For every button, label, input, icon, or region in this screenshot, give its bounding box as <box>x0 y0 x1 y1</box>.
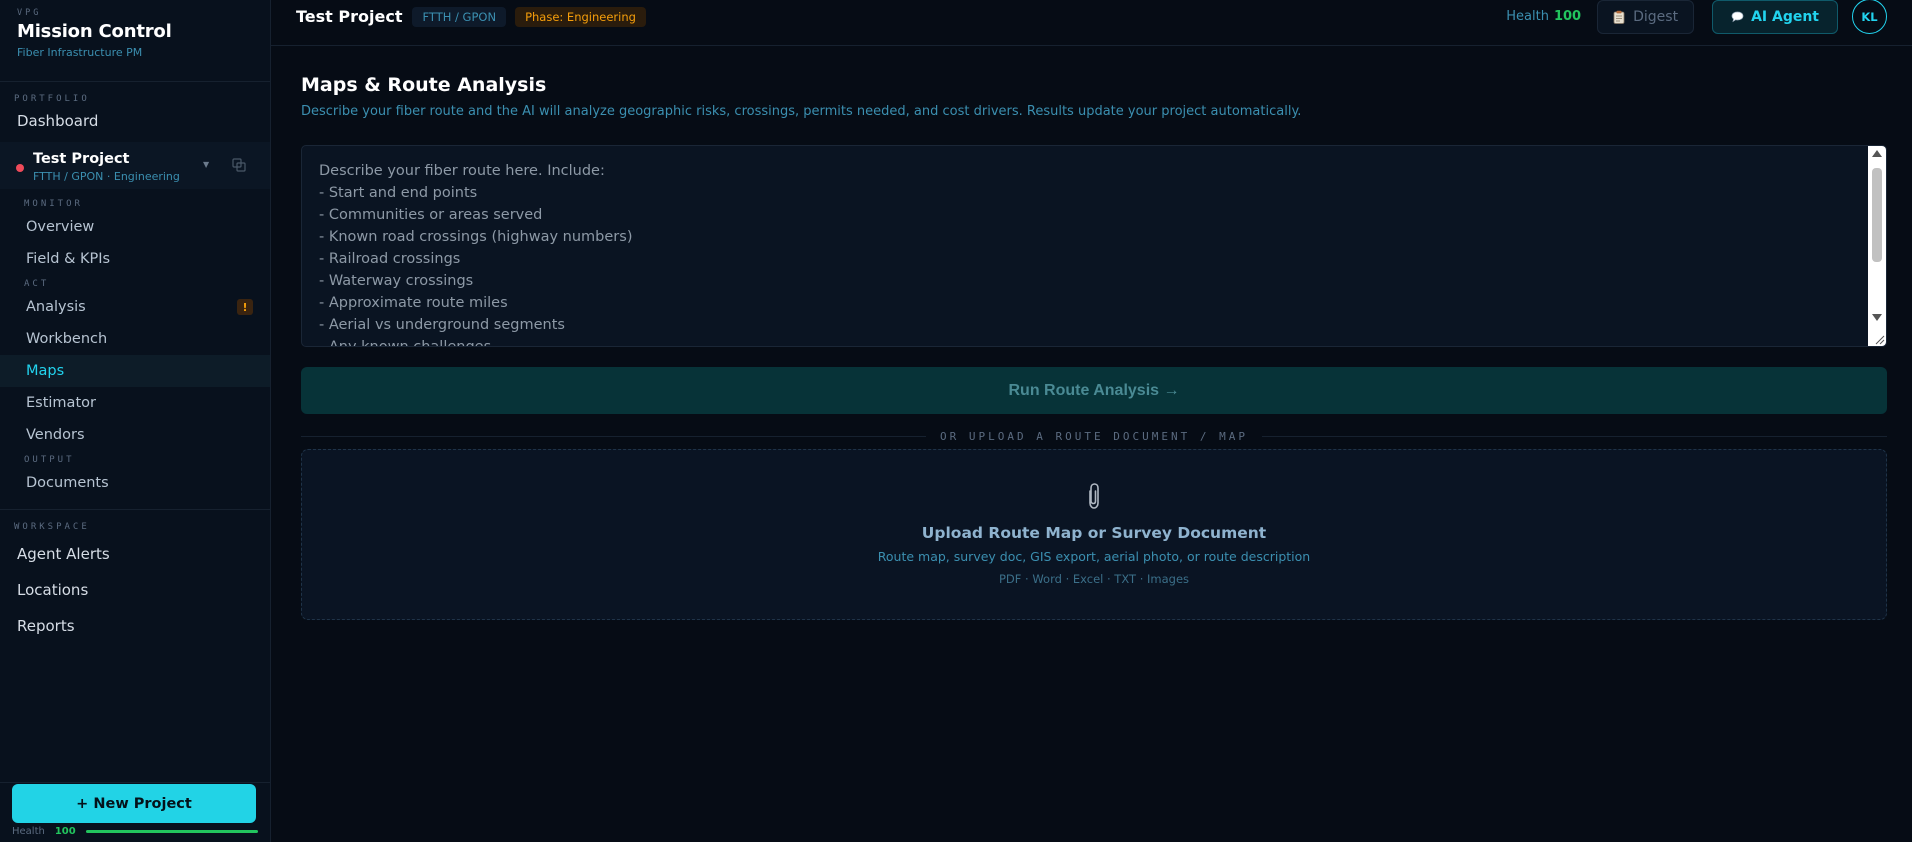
maps-content: Maps & Route Analysis Describe your fibe… <box>271 46 1912 620</box>
output-section-label: OUTPUT <box>24 455 75 465</box>
health-label: Health <box>1506 9 1549 24</box>
sidebar-item-analysis[interactable]: Analysis ! <box>0 291 270 323</box>
sidebar-item-estimator[interactable]: Estimator <box>0 387 270 419</box>
copy-icon[interactable] <box>232 158 246 172</box>
sidebar-item-documents[interactable]: Documents <box>0 467 270 499</box>
digest-label: Digest <box>1633 8 1679 25</box>
divider-line <box>1261 436 1888 437</box>
page-description: Describe your fiber route and the AI wil… <box>301 104 1302 119</box>
upload-title: Upload Route Map or Survey Document <box>921 524 1267 542</box>
route-description-box <box>301 145 1887 347</box>
sidebar-item-dashboard[interactable]: Dashboard <box>0 104 270 138</box>
monitor-section-label: MONITOR <box>24 199 83 209</box>
sidebar-item-label: Overview <box>26 219 95 235</box>
ai-agent-button[interactable]: AI Agent <box>1712 0 1838 34</box>
sidebar-item-workbench[interactable]: Workbench <box>0 323 270 355</box>
new-project-button[interactable]: + New Project <box>12 784 256 823</box>
upload-divider-text: OR UPLOAD A ROUTE DOCUMENT / MAP <box>940 430 1248 443</box>
main-panel: Test Project FTTH / GPON Phase: Engineer… <box>271 0 1912 842</box>
run-route-analysis-button[interactable]: Run Route Analysis → <box>301 367 1887 414</box>
sidebar-footer: + New Project Health 100 <box>0 782 270 842</box>
sidebar-item-locations[interactable]: Locations <box>0 572 270 608</box>
sidebar-item-overview[interactable]: Overview <box>0 211 270 243</box>
workspace-section-label: WORKSPACE <box>14 522 90 532</box>
sidebar-item-label: Estimator <box>26 395 96 411</box>
sidebar-item-reports[interactable]: Reports <box>0 608 270 644</box>
sidebar-item-label: Maps <box>26 363 65 379</box>
sidebar-item-field-kpis[interactable]: Field & KPIs <box>0 243 270 275</box>
route-scrollbar[interactable] <box>1868 146 1886 346</box>
scroll-down-arrow-icon[interactable] <box>1872 314 1882 321</box>
project-info: Test Project FTTH / GPON · Engineering <box>33 150 180 183</box>
route-description-input[interactable] <box>302 146 1868 346</box>
upload-dropzone[interactable]: Upload Route Map or Survey Document Rout… <box>301 449 1887 620</box>
act-section-label: ACT <box>24 279 50 289</box>
upload-subtitle: Route map, survey doc, GIS export, aeria… <box>877 549 1311 564</box>
top-bar-actions: Health 100 Digest AI Agent KL <box>1506 0 1887 34</box>
warning-badge-icon: ! <box>237 299 253 315</box>
sidebar-health-bar <box>85 830 258 833</box>
sidebar-item-label: Analysis <box>26 299 86 315</box>
paperclip-icon <box>1089 483 1099 509</box>
ai-agent-label: AI Agent <box>1751 8 1819 25</box>
page-project-title: Test Project <box>296 7 403 26</box>
top-bar: Test Project FTTH / GPON Phase: Engineer… <box>271 0 1912 46</box>
brand-title: Mission Control <box>17 21 172 42</box>
sidebar-item-agent-alerts[interactable]: Agent Alerts <box>0 536 270 572</box>
brand-tag: VPG <box>17 8 42 18</box>
sidebar-item-label: Vendors <box>26 427 85 443</box>
chat-bubble-icon <box>1731 11 1744 22</box>
tech-chip: FTTH / GPON <box>412 6 507 27</box>
sidebar-item-label: Workbench <box>26 331 108 347</box>
scroll-up-arrow-icon[interactable] <box>1872 150 1882 157</box>
user-avatar[interactable]: KL <box>1852 0 1887 34</box>
phase-chip: Phase: Engineering <box>515 6 646 27</box>
clipboard-icon <box>1613 10 1625 24</box>
sidebar-health: Health 100 <box>12 826 258 837</box>
upload-divider: OR UPLOAD A ROUTE DOCUMENT / MAP <box>301 430 1888 443</box>
divider-line <box>301 436 927 437</box>
sidebar-item-label: Field & KPIs <box>26 251 111 267</box>
chevron-down-icon[interactable]: ▼ <box>203 160 209 169</box>
project-selector[interactable]: Test Project FTTH / GPON · Engineering ▼ <box>0 142 270 189</box>
app-root: VPG Mission Control Fiber Infrastructure… <box>0 0 1912 842</box>
project-meta: FTTH / GPON · Engineering <box>33 170 180 183</box>
sidebar: VPG Mission Control Fiber Infrastructure… <box>0 0 271 842</box>
sidebar-item-label: Documents <box>26 475 109 491</box>
digest-button[interactable]: Digest <box>1597 0 1695 34</box>
brand-subtitle: Fiber Infrastructure PM <box>17 46 143 59</box>
project-name: Test Project <box>33 151 130 167</box>
project-status-dot <box>16 164 24 172</box>
health-value: 100 <box>1553 9 1582 24</box>
brand-block: VPG Mission Control Fiber Infrastructure… <box>0 0 270 82</box>
portfolio-section-label: PORTFOLIO <box>14 94 90 104</box>
scroll-thumb[interactable] <box>1872 168 1882 262</box>
resize-grip-icon[interactable] <box>1869 333 1885 345</box>
sidebar-health-value: 100 <box>54 826 76 837</box>
sidebar-item-vendors[interactable]: Vendors <box>0 419 270 451</box>
page-title: Maps & Route Analysis <box>301 74 547 96</box>
upload-formats: PDF · Word · Excel · TXT · Images <box>998 572 1190 586</box>
sidebar-health-label: Health <box>12 826 45 837</box>
sidebar-item-maps[interactable]: Maps <box>0 355 270 387</box>
